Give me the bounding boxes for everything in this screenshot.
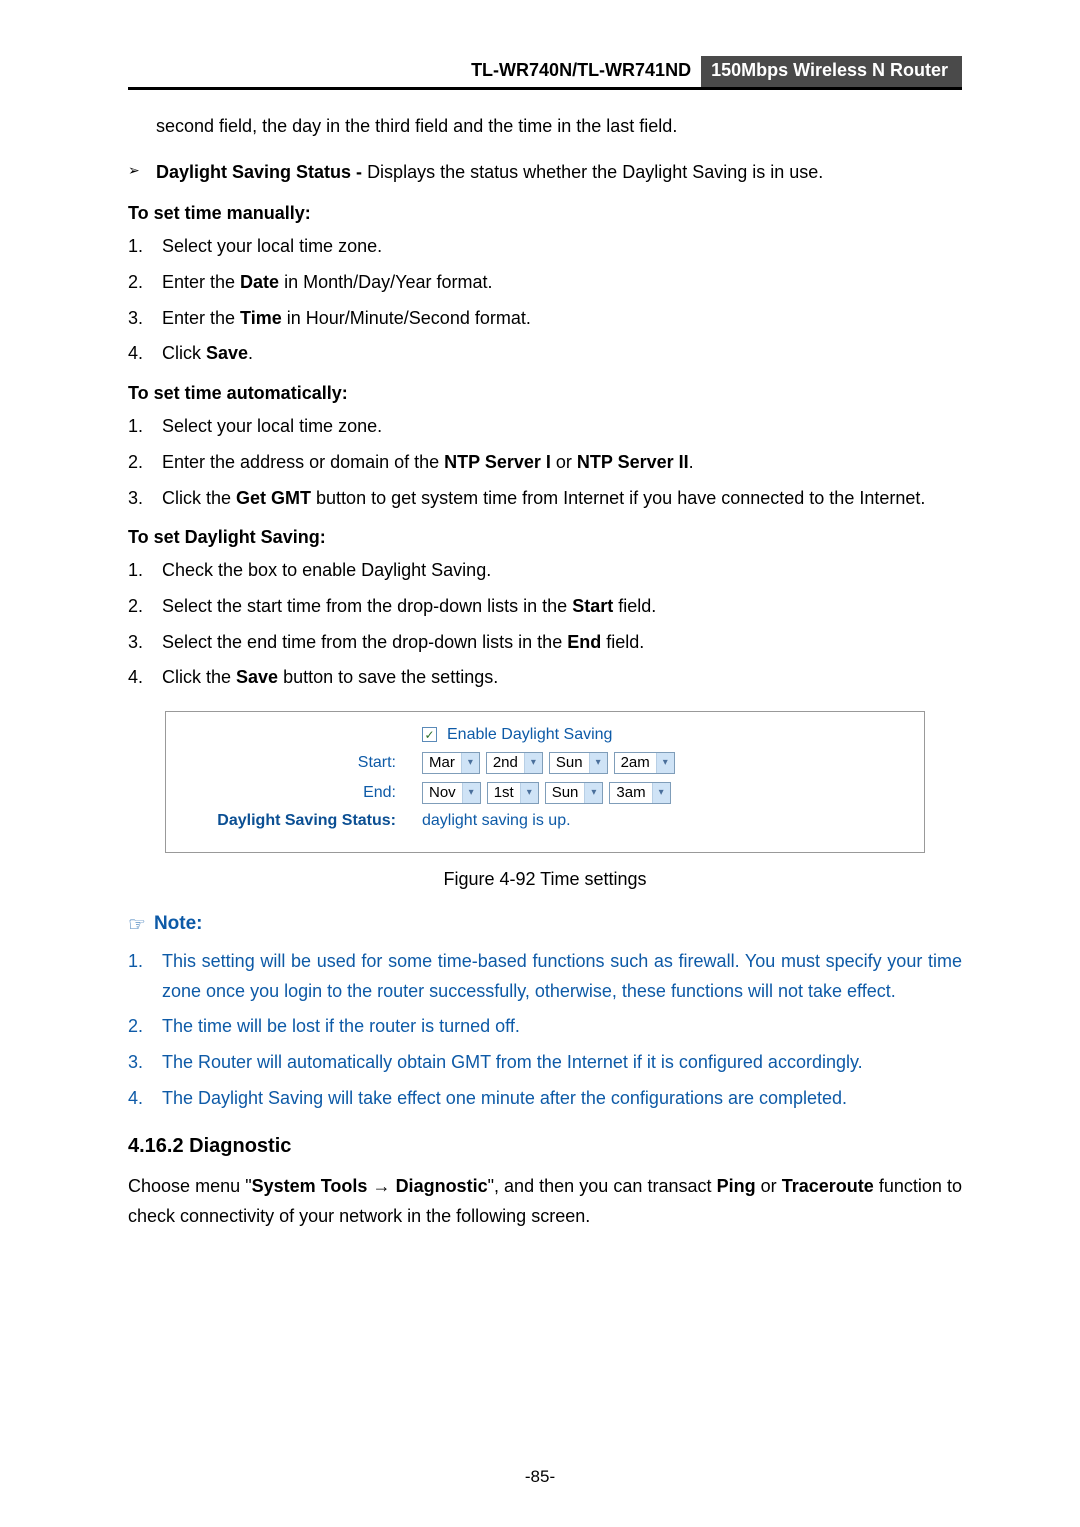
- intro-continuation: second field, the day in the third field…: [156, 112, 962, 142]
- num: 1.: [128, 412, 162, 442]
- list-item: 1. Select your local time zone.: [128, 412, 962, 442]
- start-selects: Mar▾ 2nd▾ Sun▾ 2am▾: [422, 752, 675, 774]
- start-hour-select[interactable]: 2am▾: [614, 752, 675, 774]
- start-month-select[interactable]: Mar▾: [422, 752, 480, 774]
- num: 3.: [128, 484, 162, 514]
- list-item: 4. Click the Save button to save the set…: [128, 663, 962, 693]
- num: 3.: [128, 304, 162, 334]
- list-item: 4. Click Save.: [128, 339, 962, 369]
- step-text: Enter the Time in Hour/Minute/Second for…: [162, 304, 962, 334]
- num: 2.: [128, 1012, 162, 1042]
- num: 1.: [128, 947, 162, 1006]
- list-item: 2. Enter the address or domain of the NT…: [128, 448, 962, 478]
- step-text: Select the start time from the drop-down…: [162, 592, 962, 622]
- header-model: TL-WR740N/TL-WR741ND: [128, 56, 701, 87]
- step-text: Enter the Date in Month/Day/Year format.: [162, 268, 962, 298]
- end-selects: Nov▾ 1st▾ Sun▾ 3am▾: [422, 782, 671, 804]
- start-day-select[interactable]: Sun▾: [549, 752, 608, 774]
- step-text: Enter the address or domain of the NTP S…: [162, 448, 962, 478]
- bullet-text: Daylight Saving Status - Displays the st…: [156, 158, 823, 188]
- step-text: Select the end time from the drop-down l…: [162, 628, 962, 658]
- num: 4.: [128, 663, 162, 693]
- list-item: 3. The Router will automatically obtain …: [128, 1048, 962, 1078]
- step-text: Check the box to enable Daylight Saving.: [162, 556, 962, 586]
- num: 3.: [128, 628, 162, 658]
- step-text: Click the Save button to save the settin…: [162, 663, 962, 693]
- page-number: -85-: [0, 1467, 1080, 1487]
- end-month-select[interactable]: Nov▾: [422, 782, 481, 804]
- page-header: TL-WR740N/TL-WR741ND 150Mbps Wireless N …: [128, 56, 962, 90]
- chevron-down-icon: ▾: [589, 753, 607, 773]
- end-row: End: Nov▾ 1st▾ Sun▾ 3am▾: [182, 782, 908, 804]
- step-text: Select your local time zone.: [162, 412, 962, 442]
- bullet-desc: Displays the status whether the Daylight…: [367, 162, 823, 182]
- start-week-select[interactable]: 2nd▾: [486, 752, 543, 774]
- note-list: 1. This setting will be used for some ti…: [128, 947, 962, 1113]
- step-text: Click Save.: [162, 339, 962, 369]
- note-text: The time will be lost if the router is t…: [162, 1012, 962, 1042]
- num: 2.: [128, 268, 162, 298]
- list-item: 3. Select the end time from the drop-dow…: [128, 628, 962, 658]
- dst-steps: 1. Check the box to enable Daylight Savi…: [128, 556, 962, 693]
- enable-label: Enable Daylight Saving: [447, 726, 612, 744]
- daylight-saving-panel: ✓ Enable Daylight Saving Start: Mar▾ 2nd…: [165, 711, 925, 853]
- chevron-down-icon: ▾: [461, 753, 479, 773]
- step-text: Click the Get GMT button to get system t…: [162, 484, 962, 514]
- list-item: 3. Click the Get GMT button to get syste…: [128, 484, 962, 514]
- chevron-down-icon: ▾: [524, 753, 542, 773]
- num: 2.: [128, 592, 162, 622]
- end-week-select[interactable]: 1st▾: [487, 782, 539, 804]
- auto-heading: To set time automatically:: [128, 383, 962, 404]
- figure-caption: Figure 4-92 Time settings: [128, 869, 962, 890]
- list-item: 2. The time will be lost if the router i…: [128, 1012, 962, 1042]
- end-day-select[interactable]: Sun▾: [545, 782, 604, 804]
- list-item: 2. Enter the Date in Month/Day/Year form…: [128, 268, 962, 298]
- enable-row: ✓ Enable Daylight Saving: [182, 726, 908, 744]
- num: 4.: [128, 339, 162, 369]
- status-row: Daylight Saving Status: daylight saving …: [182, 812, 908, 830]
- status-label: Daylight Saving Status:: [182, 812, 422, 830]
- document-page: TL-WR740N/TL-WR741ND 150Mbps Wireless N …: [0, 0, 1080, 1288]
- list-item: 3. Enter the Time in Hour/Minute/Second …: [128, 304, 962, 334]
- end-hour-select[interactable]: 3am▾: [609, 782, 670, 804]
- num: 4.: [128, 1084, 162, 1114]
- list-item: 1. Check the box to enable Daylight Savi…: [128, 556, 962, 586]
- chevron-down-icon: ▾: [584, 783, 602, 803]
- chevron-down-icon: ▾: [462, 783, 480, 803]
- list-item: 4. The Daylight Saving will take effect …: [128, 1084, 962, 1114]
- end-label: End:: [182, 784, 422, 802]
- manual-steps: 1. Select your local time zone. 2. Enter…: [128, 232, 962, 369]
- list-item: 1. This setting will be used for some ti…: [128, 947, 962, 1006]
- chevron-down-icon: ▾: [520, 783, 538, 803]
- num: 1.: [128, 232, 162, 262]
- start-label: Start:: [182, 754, 422, 772]
- chevron-down-icon: ▾: [656, 753, 674, 773]
- diagnostic-paragraph: Choose menu "System Tools → Diagnostic",…: [128, 1172, 962, 1231]
- note-text: The Router will automatically obtain GMT…: [162, 1048, 962, 1078]
- num: 1.: [128, 556, 162, 586]
- bullet-label: Daylight Saving Status -: [156, 162, 362, 182]
- pointing-hand-icon: ☞: [128, 912, 146, 937]
- num: 2.: [128, 448, 162, 478]
- enable-daylight-checkbox[interactable]: ✓: [422, 727, 437, 742]
- list-item: 1. Select your local time zone.: [128, 232, 962, 262]
- header-product: 150Mbps Wireless N Router: [701, 56, 962, 87]
- status-value: daylight saving is up.: [422, 812, 571, 830]
- note-label: Note:: [154, 913, 203, 935]
- note-heading: ☞ Note:: [128, 912, 962, 937]
- num: 3.: [128, 1048, 162, 1078]
- start-row: Start: Mar▾ 2nd▾ Sun▾ 2am▾: [182, 752, 908, 774]
- bullet-daylight-status: ➢ Daylight Saving Status - Displays the …: [128, 158, 962, 188]
- dst-heading: To set Daylight Saving:: [128, 527, 962, 548]
- auto-steps: 1. Select your local time zone. 2. Enter…: [128, 412, 962, 513]
- bullet-marker: ➢: [128, 158, 156, 188]
- step-text: Select your local time zone.: [162, 232, 962, 262]
- section-heading: 4.16.2 Diagnostic: [128, 1135, 962, 1158]
- note-text: The Daylight Saving will take effect one…: [162, 1084, 962, 1114]
- list-item: 2. Select the start time from the drop-d…: [128, 592, 962, 622]
- enable-checkbox-wrap: ✓ Enable Daylight Saving: [422, 726, 612, 744]
- manual-heading: To set time manually:: [128, 203, 962, 224]
- note-text: This setting will be used for some time-…: [162, 947, 962, 1006]
- chevron-down-icon: ▾: [652, 783, 670, 803]
